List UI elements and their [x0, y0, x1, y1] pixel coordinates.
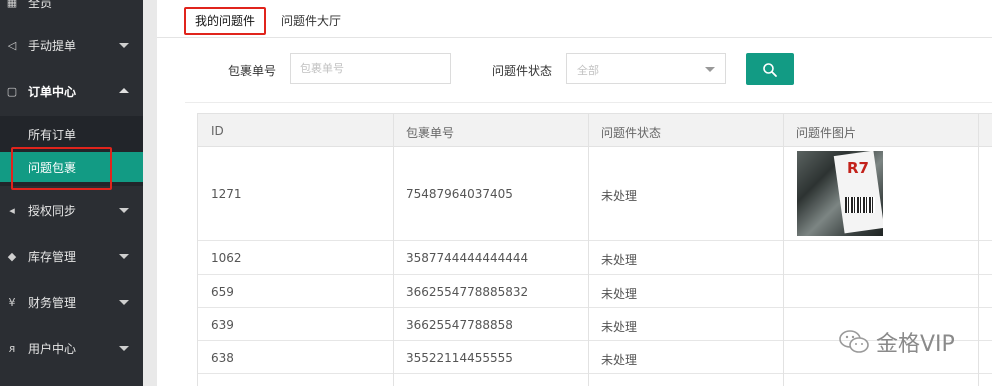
table-row: 1062 3587744444444444 未处理 — [198, 241, 992, 275]
tab-bar: 我的问题件 问题件大厅 — [157, 0, 992, 38]
sidebar: ▦ 全员 ◁ 手动提单 ▢ 订单中心 所有订单 问题包裹 ◂ 授权同步 ◆ 库存… — [0, 0, 143, 386]
divider — [185, 102, 992, 103]
cell-id: 639 — [211, 318, 234, 332]
wechat-icon — [839, 330, 869, 353]
nav-item-label: 订单中心 — [28, 84, 77, 99]
nav-item-finance[interactable]: ¥ 财务管理 — [0, 287, 143, 317]
photo-label-text: R7 — [847, 159, 869, 177]
tab-my-problem-items[interactable]: 我的问题件 — [195, 12, 255, 29]
cell-id: 1062 — [211, 251, 242, 265]
chevron-down-icon — [119, 254, 129, 259]
cell-status: 未处理 — [601, 189, 638, 203]
cell-id: 1271 — [211, 187, 242, 201]
search-button[interactable] — [746, 53, 794, 85]
problem-status-label: 问题件状态 — [492, 64, 553, 78]
nav-item-all[interactable]: ▦ 全员 — [0, 0, 143, 17]
chevron-down-icon — [705, 67, 715, 72]
nav-item-manual-order[interactable]: ◁ 手动提单 — [0, 30, 143, 60]
cell-status: 未处理 — [601, 353, 638, 367]
nav-item-user-center[interactable]: ᴙ 用户中心 — [0, 333, 143, 363]
barcode — [845, 197, 875, 213]
column-divider — [783, 113, 784, 386]
cell-package: 36625547788858 — [406, 318, 513, 332]
nav-item-label: 授权同步 — [28, 203, 77, 218]
nav-item-order-center[interactable]: ▢ 订单中心 — [0, 76, 143, 106]
sub-item-label: 所有订单 — [28, 127, 77, 142]
column-header-image: 问题件图片 — [796, 126, 857, 140]
yen-icon: ¥ — [8, 295, 16, 309]
nav-item-inventory[interactable]: ◆ 库存管理 — [0, 241, 143, 271]
column-header-id: ID — [211, 124, 224, 138]
select-value: 全部 — [577, 64, 599, 77]
cell-package: 3587744444444444 — [406, 251, 529, 265]
table-row: 659 3662554778885832 未处理 — [198, 275, 992, 308]
table-header: ID 包裹单号 问题件状态 问题件图片 — [198, 113, 992, 147]
cell-package: 35522114455555 — [406, 351, 513, 365]
cell-id: 659 — [211, 285, 234, 299]
grid-icon: ▦ — [6, 0, 18, 9]
table-row: 1271 75487964037405 未处理 R7 — [198, 147, 992, 241]
nav-item-label: 全员 — [28, 0, 53, 10]
problem-photo-thumbnail[interactable]: R7 — [797, 151, 883, 236]
column-header-status: 问题件状态 — [601, 126, 662, 140]
watermark-text: 金格VIP — [876, 332, 955, 357]
order-icon: ▢ — [6, 84, 18, 98]
chevron-down-icon — [119, 43, 129, 48]
content-gutter — [143, 0, 157, 386]
order-submenu: 所有订单 问题包裹 — [0, 116, 143, 186]
search-icon — [763, 63, 777, 77]
sub-item-label: 问题包裹 — [28, 160, 77, 175]
cell-status: 未处理 — [601, 320, 638, 334]
cell-status: 未处理 — [601, 287, 638, 301]
nav-item-label: 手动提单 — [28, 38, 77, 53]
nav-item-label: 财务管理 — [28, 295, 77, 310]
nav-item-label: 用户中心 — [28, 341, 77, 356]
problem-status-select[interactable]: 全部 — [566, 53, 726, 84]
watermark: 金格VIP — [838, 326, 955, 358]
chevron-down-icon — [119, 208, 129, 213]
cell-id: 638 — [211, 351, 234, 365]
chevron-down-icon — [119, 300, 129, 305]
package-number-label: 包裹单号 — [228, 64, 277, 78]
user-icon: ᴙ — [8, 341, 16, 355]
nav-item-label: 库存管理 — [28, 249, 77, 264]
column-divider — [588, 113, 589, 386]
package-number-input[interactable] — [290, 53, 451, 84]
sub-item-all-orders[interactable]: 所有订单 — [0, 119, 143, 149]
cell-status: 未处理 — [601, 253, 638, 267]
send-icon: ◁ — [7, 38, 17, 52]
column-header-package: 包裹单号 — [406, 126, 455, 140]
tab-problem-hall[interactable]: 问题件大厅 — [281, 12, 341, 29]
layers-icon: ◆ — [7, 249, 17, 263]
share-icon: ◂ — [9, 203, 15, 217]
nav-item-auth-sync[interactable]: ◂ 授权同步 — [0, 195, 143, 225]
cell-package: 75487964037405 — [406, 187, 513, 201]
cell-package: 3662554778885832 — [406, 285, 529, 299]
chevron-down-icon — [119, 346, 129, 351]
chevron-up-icon — [119, 88, 129, 93]
sub-item-problem-packages[interactable]: 问题包裹 — [0, 152, 143, 182]
column-divider — [393, 113, 394, 386]
column-divider — [978, 113, 979, 386]
